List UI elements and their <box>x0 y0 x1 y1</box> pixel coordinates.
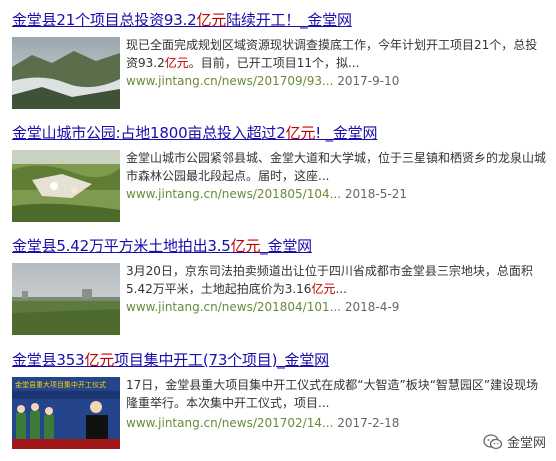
result-snippet: 17日，金堂县重大项目集中开工仪式在成都“大智造”板块“智慧园区”建设现场隆重举… <box>126 378 539 410</box>
search-result: 金堂山城市公园:占地1800亩总投入超过2亿元! _金堂网 金堂山城市公园紧邻县… <box>0 123 556 223</box>
result-url[interactable]: www.jintang.cn/news/201702/14... 2017-2-… <box>126 414 399 432</box>
result-thumbnail[interactable]: 金堂县重大项目集中开工仪式 <box>12 377 120 449</box>
result-thumbnail[interactable] <box>12 37 120 109</box>
thumbnail-caption: 金堂县重大项目集中开工仪式 <box>15 381 106 389</box>
result-thumbnail[interactable] <box>12 150 120 222</box>
result-title-link[interactable]: 金堂山城市公园:占地1800亩总投入超过2亿元! _金堂网 <box>12 123 377 143</box>
search-result: 金堂县353亿元项目集中开工(73个项目)_金堂网 金堂县重大项目集中开工仪式 … <box>0 350 556 450</box>
search-result: 金堂县5.42万平方米土地拍出3.5亿元_金堂网 3月20日，京东司法拍卖频道出… <box>0 236 556 336</box>
result-title-link[interactable]: 金堂县353亿元项目集中开工(73个项目)_金堂网 <box>12 350 329 370</box>
result-date: 2017-9-10 <box>337 74 400 88</box>
result-snippet: 现已全面完成规划区域资源现状调查摸底工作，今年计划开工项目21个，总投资93.2… <box>126 38 538 70</box>
result-title-link[interactable]: 金堂县5.42万平方米土地拍出3.5亿元_金堂网 <box>12 236 312 256</box>
search-result: 金堂县21个项目总投资93.2亿元陆续开工！_金堂网 现已全面完成规划区域资源现… <box>0 10 556 110</box>
result-title-link[interactable]: 金堂县21个项目总投资93.2亿元陆续开工！_金堂网 <box>12 10 352 30</box>
result-url[interactable]: www.jintang.cn/news/201805/104... 2018-5… <box>126 185 407 203</box>
watermark-text: 金堂网 <box>506 436 546 451</box>
result-url[interactable]: www.jintang.cn/news/201709/93... 2017-9-… <box>126 72 399 90</box>
result-url[interactable]: www.jintang.cn/news/201804/101... 2018-4… <box>126 298 399 316</box>
result-date: 2018-4-9 <box>344 300 400 314</box>
result-date: 2017-2-18 <box>337 416 400 430</box>
watermark: 金堂网 <box>483 432 546 451</box>
result-snippet: 3月20日，京东司法拍卖频道出让位于四川省成都市金堂县三宗地块，总面积5.42万… <box>126 264 533 296</box>
result-thumbnail[interactable] <box>12 263 120 335</box>
result-snippet: 金堂山城市公园紧邻县城、金堂大道和大学城，位于三星镇和栖贤乡的龙泉山城市森林公园… <box>126 151 547 183</box>
result-date: 2018-5-21 <box>344 187 408 201</box>
wechat-icon <box>483 433 503 449</box>
